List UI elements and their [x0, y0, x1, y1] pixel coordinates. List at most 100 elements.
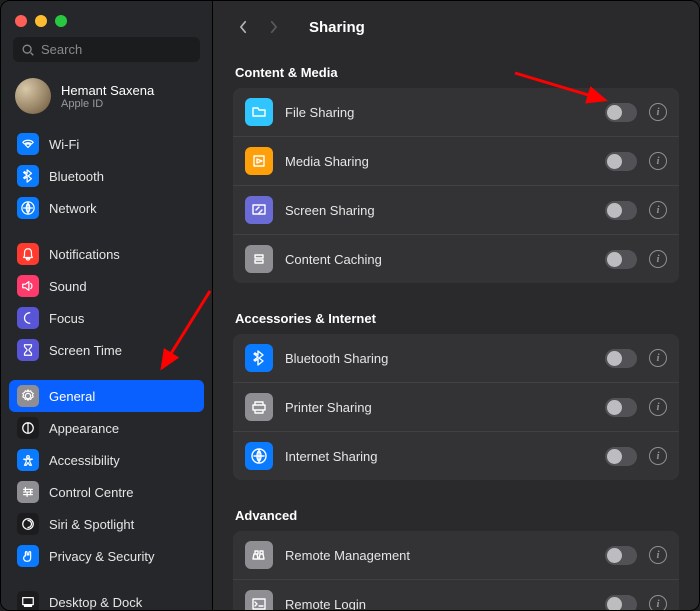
speaker-icon: [17, 275, 39, 297]
sidebar-item-desktop-dock[interactable]: Desktop & Dock: [9, 586, 204, 610]
info-button[interactable]: i: [649, 349, 667, 367]
setting-row-internet-sharing: Internet Sharing i: [233, 431, 679, 480]
section-header: Content & Media: [235, 65, 677, 80]
sidebar-item-bluetooth[interactable]: Bluetooth: [9, 160, 204, 192]
toggle-switch[interactable]: [605, 546, 637, 565]
sidebar-item-general[interactable]: General: [9, 380, 204, 412]
info-button[interactable]: i: [649, 398, 667, 416]
sidebar-item-label: Privacy & Security: [49, 549, 154, 564]
sidebar: Hemant Saxena Apple ID Wi-Fi Bluetooth Net…: [1, 1, 213, 610]
sidebar-item-network[interactable]: Network: [9, 192, 204, 224]
section-panel: File Sharing i Media Sharing i Screen Sh…: [233, 88, 679, 283]
toggle-switch[interactable]: [605, 447, 637, 466]
minimize-window-button[interactable]: [35, 15, 47, 27]
forward-button[interactable]: [263, 15, 283, 39]
toggle-switch[interactable]: [605, 152, 637, 171]
toggle-switch[interactable]: [605, 349, 637, 368]
content-area: Content & Media File Sharing i Media Sha…: [213, 49, 699, 610]
setting-label: Printer Sharing: [285, 400, 593, 415]
info-button[interactable]: i: [649, 447, 667, 465]
setting-label: File Sharing: [285, 105, 593, 120]
sidebar-item-siri-spotlight[interactable]: Siri & Spotlight: [9, 508, 204, 540]
sidebar-item-label: Appearance: [49, 421, 119, 436]
setting-row-media-sharing: Media Sharing i: [233, 136, 679, 185]
setting-label: Screen Sharing: [285, 203, 593, 218]
setting-row-remote-management: Remote Management i: [233, 531, 679, 579]
toggle-switch[interactable]: [605, 103, 637, 122]
setting-row-remote-login: Remote Login i: [233, 579, 679, 610]
info-button[interactable]: i: [649, 546, 667, 564]
sidebar-item-label: General: [49, 389, 95, 404]
section-panel: Bluetooth Sharing i Printer Sharing i In…: [233, 334, 679, 480]
cache-icon: [245, 245, 273, 273]
accessibility-icon: [17, 449, 39, 471]
sidebar-item-accessibility[interactable]: Accessibility: [9, 444, 204, 476]
sidebar-item-label: Wi-Fi: [49, 137, 79, 152]
binoculars-icon: [245, 541, 273, 569]
sidebar-item-label: Network: [49, 201, 97, 216]
main-pane: Sharing Content & Media File Sharing i M…: [213, 1, 699, 610]
sidebar-item-label: Focus: [49, 311, 84, 326]
setting-label: Content Caching: [285, 252, 593, 267]
setting-row-file-sharing: File Sharing i: [233, 88, 679, 136]
bell-icon: [17, 243, 39, 265]
toggle-switch[interactable]: [605, 595, 637, 611]
wifi-icon: [17, 133, 39, 155]
appearance-icon: [17, 417, 39, 439]
bluetooth-icon: [245, 344, 273, 372]
account-sub: Apple ID: [61, 98, 154, 110]
section-header: Advanced: [235, 508, 677, 523]
page-title: Sharing: [309, 19, 365, 36]
titlebar: Sharing: [213, 1, 699, 49]
search-input[interactable]: [41, 42, 192, 57]
sidebar-item-notifications[interactable]: Notifications: [9, 238, 204, 270]
info-button[interactable]: i: [649, 152, 667, 170]
toggle-switch[interactable]: [605, 250, 637, 269]
sidebar-item-privacy-security[interactable]: Privacy & Security: [9, 540, 204, 572]
back-button[interactable]: [233, 15, 253, 39]
sidebar-item-label: Desktop & Dock: [49, 595, 142, 610]
gear-icon: [17, 385, 39, 407]
avatar: [15, 78, 51, 114]
sidebar-item-sound[interactable]: Sound: [9, 270, 204, 302]
bluetooth-icon: [17, 165, 39, 187]
account-row[interactable]: Hemant Saxena Apple ID: [1, 72, 212, 128]
info-button[interactable]: i: [649, 595, 667, 610]
info-button[interactable]: i: [649, 250, 667, 268]
toggle-switch[interactable]: [605, 201, 637, 220]
media-icon: [245, 147, 273, 175]
setting-row-screen-sharing: Screen Sharing i: [233, 185, 679, 234]
setting-row-bluetooth-sharing: Bluetooth Sharing i: [233, 334, 679, 382]
hourglass-icon: [17, 339, 39, 361]
fullscreen-window-button[interactable]: [55, 15, 67, 27]
hand-icon: [17, 545, 39, 567]
info-button[interactable]: i: [649, 201, 667, 219]
sidebar-item-screen-time[interactable]: Screen Time: [9, 334, 204, 366]
sidebar-item-control-centre[interactable]: Control Centre: [9, 476, 204, 508]
dock-icon: [17, 591, 39, 610]
window-controls: [1, 9, 212, 37]
sidebar-item-label: Control Centre: [49, 485, 134, 500]
close-window-button[interactable]: [15, 15, 27, 27]
printer-icon: [245, 393, 273, 421]
sidebar-nav: Wi-Fi Bluetooth Network NotificationsSound F…: [1, 128, 212, 610]
sidebar-item-focus[interactable]: Focus: [9, 302, 204, 334]
section-header: Accessories & Internet: [235, 311, 677, 326]
sidebar-item-appearance[interactable]: Appearance: [9, 412, 204, 444]
search-field[interactable]: [13, 37, 200, 62]
setting-label: Remote Login: [285, 597, 593, 611]
siri-icon: [17, 513, 39, 535]
terminal-icon: [245, 590, 273, 610]
toggle-switch[interactable]: [605, 398, 637, 417]
setting-label: Bluetooth Sharing: [285, 351, 593, 366]
section-panel: Remote Management i Remote Login i: [233, 531, 679, 610]
setting-label: Remote Management: [285, 548, 593, 563]
sidebar-item-label: Accessibility: [49, 453, 120, 468]
sidebar-item-wi-fi[interactable]: Wi-Fi: [9, 128, 204, 160]
folder-icon: [245, 98, 273, 126]
sliders-icon: [17, 481, 39, 503]
info-button[interactable]: i: [649, 103, 667, 121]
globe-icon: [17, 197, 39, 219]
search-icon: [21, 43, 35, 57]
setting-row-printer-sharing: Printer Sharing i: [233, 382, 679, 431]
